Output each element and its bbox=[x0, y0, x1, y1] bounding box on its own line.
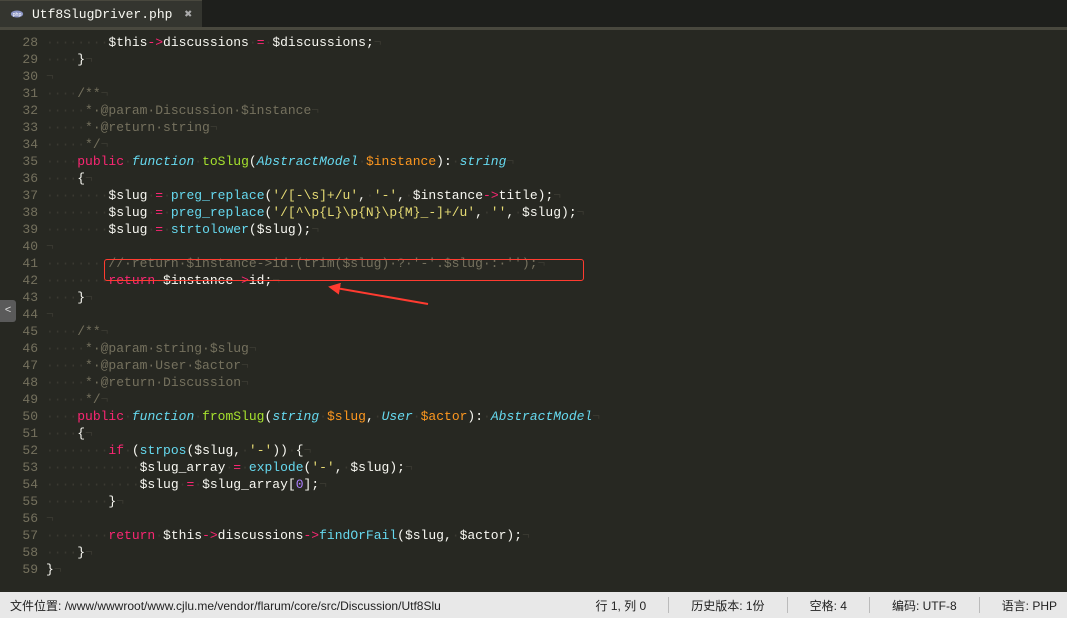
tab-close-icon[interactable]: ✖ bbox=[184, 7, 192, 22]
line-number: 54 bbox=[0, 476, 38, 493]
line-number: 34 bbox=[0, 136, 38, 153]
line-number: 57 bbox=[0, 527, 38, 544]
php-file-icon: php bbox=[10, 7, 24, 21]
code-line[interactable]: ····}¬ bbox=[46, 51, 1067, 68]
code-line[interactable]: ············$slug_array·=·explode('-',·$… bbox=[46, 459, 1067, 476]
code-line[interactable]: ····}¬ bbox=[46, 544, 1067, 561]
line-number: 42 bbox=[0, 272, 38, 289]
code-line[interactable]: ·····*/¬ bbox=[46, 391, 1067, 408]
line-number: 48 bbox=[0, 374, 38, 391]
code-line[interactable]: ············$slug·=·$slug_array[0];¬ bbox=[46, 476, 1067, 493]
line-number: 47 bbox=[0, 357, 38, 374]
line-number: 52 bbox=[0, 442, 38, 459]
code-line[interactable]: ········$slug·=·strtolower($slug);¬ bbox=[46, 221, 1067, 238]
line-number: 53 bbox=[0, 459, 38, 476]
divider bbox=[668, 597, 669, 613]
code-line[interactable]: ········$slug·=·preg_replace('/[-\s]+/u'… bbox=[46, 187, 1067, 204]
cursor-position[interactable]: 行 1, 列 0 bbox=[596, 597, 647, 614]
line-number: 29 bbox=[0, 51, 38, 68]
code-line[interactable]: ····/**¬ bbox=[46, 85, 1067, 102]
line-number: 55 bbox=[0, 493, 38, 510]
line-number: 45 bbox=[0, 323, 38, 340]
code-line[interactable]: ····{¬ bbox=[46, 170, 1067, 187]
code-line[interactable]: ¬ bbox=[46, 510, 1067, 527]
code-line[interactable]: ¬ bbox=[46, 238, 1067, 255]
line-number: 38 bbox=[0, 204, 38, 221]
line-number: 35 bbox=[0, 153, 38, 170]
code-line[interactable]: ·····*·@return·Discussion¬ bbox=[46, 374, 1067, 391]
line-number: 41 bbox=[0, 255, 38, 272]
line-number: 37 bbox=[0, 187, 38, 204]
code-line[interactable]: ¬ bbox=[46, 306, 1067, 323]
line-number: 33 bbox=[0, 119, 38, 136]
divider bbox=[979, 597, 980, 613]
code-line[interactable]: ········//·return·$instance->id.(trim($s… bbox=[46, 255, 1067, 272]
line-number: 36 bbox=[0, 170, 38, 187]
code-line[interactable]: }¬ bbox=[46, 561, 1067, 578]
line-number: 28 bbox=[0, 34, 38, 51]
tab-filename: Utf8SlugDriver.php bbox=[32, 7, 172, 22]
code-line[interactable]: ········if·(strpos($slug,·'-'))·{¬ bbox=[46, 442, 1067, 459]
file-tab[interactable]: php Utf8SlugDriver.php ✖ bbox=[0, 0, 202, 27]
file-path: 文件位置: /www/wwwroot/www.cjlu.me/vendor/fl… bbox=[10, 599, 441, 613]
code-line[interactable]: ·····*/¬ bbox=[46, 136, 1067, 153]
code-line[interactable]: ····/**¬ bbox=[46, 323, 1067, 340]
divider bbox=[869, 597, 870, 613]
line-number: 50 bbox=[0, 408, 38, 425]
line-number: 31 bbox=[0, 85, 38, 102]
line-number: 51 bbox=[0, 425, 38, 442]
code-line[interactable]: ·····*·@param·string·$slug¬ bbox=[46, 340, 1067, 357]
code-line[interactable]: ········$slug·=·preg_replace('/[^\p{L}\p… bbox=[46, 204, 1067, 221]
line-number: 30 bbox=[0, 68, 38, 85]
code-line[interactable]: ········return·$instance->id;¬ bbox=[46, 272, 1067, 289]
code-line[interactable]: ····{¬ bbox=[46, 425, 1067, 442]
encoding[interactable]: 编码: UTF-8 bbox=[892, 597, 957, 614]
code-line[interactable]: ····public·function·fromSlug(string·$slu… bbox=[46, 408, 1067, 425]
code-line[interactable]: ········$this->discussions·=·$discussion… bbox=[46, 34, 1067, 51]
history[interactable]: 历史版本: 1份 bbox=[691, 597, 764, 614]
indent[interactable]: 空格: 4 bbox=[810, 597, 847, 614]
panel-handle[interactable]: < bbox=[0, 300, 16, 322]
code-line[interactable]: ¬ bbox=[46, 68, 1067, 85]
language-mode[interactable]: 语言: PHP bbox=[1002, 597, 1057, 614]
svg-text:php: php bbox=[13, 12, 22, 18]
code-line[interactable]: ·····*·@param·User·$actor¬ bbox=[46, 357, 1067, 374]
code-content[interactable]: ········$this->discussions·=·$discussion… bbox=[46, 30, 1067, 592]
line-number: 56 bbox=[0, 510, 38, 527]
status-bar: 文件位置: /www/wwwroot/www.cjlu.me/vendor/fl… bbox=[0, 592, 1067, 618]
line-number: 39 bbox=[0, 221, 38, 238]
code-line[interactable]: ·····*·@param·Discussion·$instance¬ bbox=[46, 102, 1067, 119]
code-line[interactable]: ····public·function·toSlug(AbstractModel… bbox=[46, 153, 1067, 170]
code-line[interactable]: ·····*·@return·string¬ bbox=[46, 119, 1067, 136]
editor-area[interactable]: < 28293031323334353637383940414243444546… bbox=[0, 30, 1067, 592]
line-number: 46 bbox=[0, 340, 38, 357]
line-number: 49 bbox=[0, 391, 38, 408]
tab-bar: php Utf8SlugDriver.php ✖ bbox=[0, 0, 1067, 30]
line-number: 59 bbox=[0, 561, 38, 578]
divider bbox=[787, 597, 788, 613]
line-number: 40 bbox=[0, 238, 38, 255]
code-line[interactable]: ····}¬ bbox=[46, 289, 1067, 306]
code-line[interactable]: ········return·$this->discussions->findO… bbox=[46, 527, 1067, 544]
line-number: 58 bbox=[0, 544, 38, 561]
code-line[interactable]: ········}¬ bbox=[46, 493, 1067, 510]
line-number: 32 bbox=[0, 102, 38, 119]
